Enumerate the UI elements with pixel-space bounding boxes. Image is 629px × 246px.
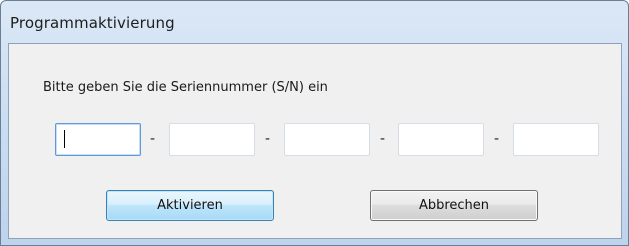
- serial-separator-1: -: [150, 131, 156, 147]
- serial-field-1[interactable]: [55, 123, 141, 156]
- serial-field-4[interactable]: [398, 123, 484, 156]
- title-bar[interactable]: Programmaktivierung: [1, 1, 628, 43]
- serial-prompt-label: Bitte geben Sie die Seriennummer (S/N) e…: [43, 80, 328, 95]
- text-caret: [64, 130, 65, 148]
- serial-separator-2: -: [265, 131, 271, 147]
- serial-separator-3: -: [380, 131, 386, 147]
- cancel-button[interactable]: Abbrechen: [370, 190, 538, 221]
- serial-field-3[interactable]: [284, 123, 370, 156]
- window-title: Programmaktivierung: [10, 14, 175, 32]
- serial-field-5[interactable]: [513, 123, 599, 156]
- serial-field-2[interactable]: [169, 123, 255, 156]
- serial-separator-4: -: [494, 131, 500, 147]
- activate-button[interactable]: Aktivieren: [106, 190, 274, 221]
